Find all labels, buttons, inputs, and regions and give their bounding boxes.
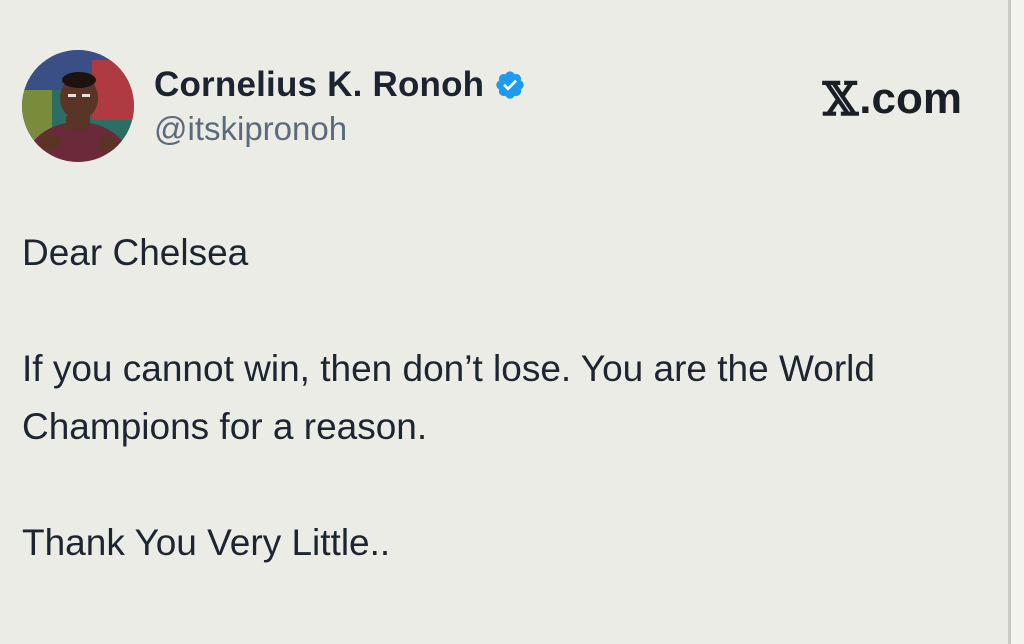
brand-domain: .com	[859, 74, 962, 123]
tweet-paragraph: If you cannot win, then don’t lose. You …	[22, 348, 875, 447]
tweet-card: Cornelius K. Ronoh @itskipronoh 𝕏 .com D…	[0, 0, 1010, 644]
author-display-name[interactable]: Cornelius K. Ronoh	[154, 65, 484, 105]
scroll-edge	[1011, 0, 1024, 644]
x-com-brand: 𝕏 .com	[823, 72, 962, 126]
avatar[interactable]	[22, 50, 134, 162]
author-name-row: Cornelius K. Ronoh	[154, 62, 526, 108]
tweet-paragraph: Dear Chelsea	[22, 232, 249, 273]
profile-photo-icon	[22, 50, 134, 162]
x-logo-icon: 𝕏	[822, 72, 859, 126]
author-handle[interactable]: @itskipronoh	[154, 110, 347, 148]
verified-badge-icon	[496, 71, 524, 99]
tweet-paragraph: Thank You Very Little..	[22, 522, 391, 563]
tweet-text: Dear Chelsea If you cannot win, then don…	[22, 224, 962, 572]
